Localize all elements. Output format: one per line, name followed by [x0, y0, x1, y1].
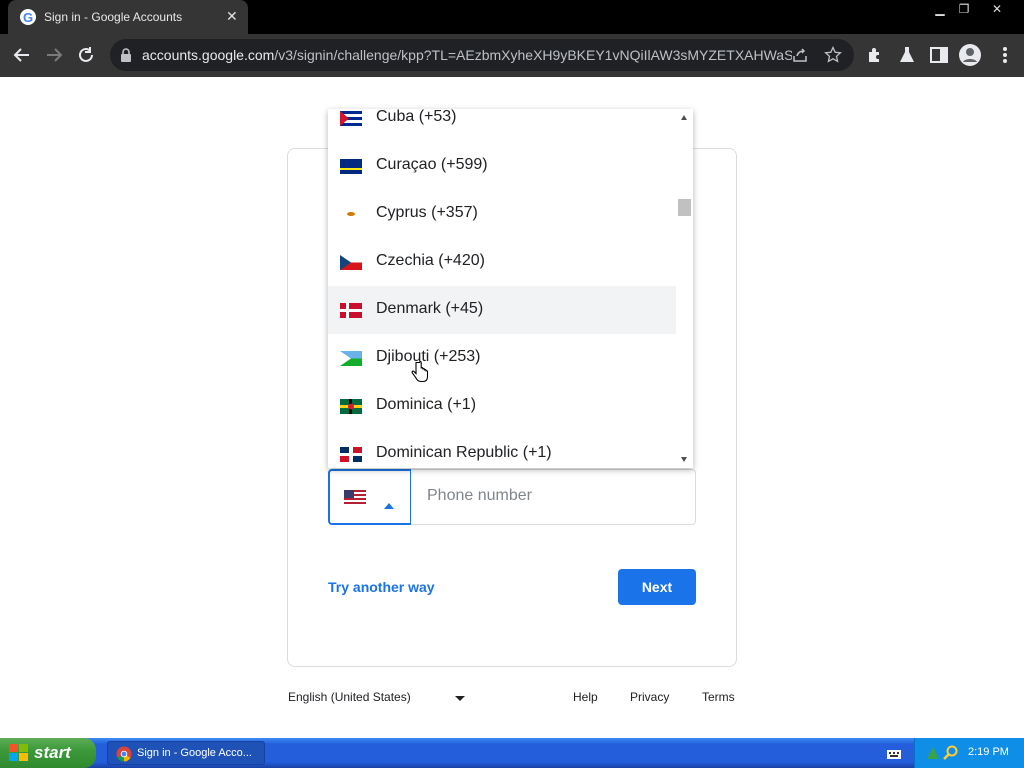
- browser-tab[interactable]: G Sign in - Google Accounts ✕: [8, 0, 248, 34]
- menu-kebab-icon[interactable]: [994, 44, 1016, 66]
- back-icon[interactable]: [11, 44, 33, 66]
- country-option-label: Denmark (+45): [376, 300, 484, 317]
- keyboard-tray-icon[interactable]: [887, 747, 901, 765]
- country-option-curacao[interactable]: Curaçao (+599): [328, 142, 676, 190]
- scroll-up-arrow-icon[interactable]: [681, 115, 687, 120]
- taskbar-clock: 2:19 PM: [968, 746, 1009, 758]
- terms-link[interactable]: Terms: [702, 690, 735, 704]
- dominica-flag-icon: [340, 399, 362, 414]
- tab-close-icon[interactable]: ✕: [226, 8, 238, 24]
- labs-flask-icon[interactable]: [896, 44, 918, 66]
- language-select[interactable]: English (United States): [288, 690, 411, 704]
- start-button[interactable]: start: [0, 738, 96, 768]
- extensions-icon[interactable]: [864, 44, 886, 66]
- country-option-cyprus[interactable]: Cyprus (+357): [328, 190, 676, 238]
- address-bar[interactable]: accounts.google.com/v3/signin/challenge/…: [110, 39, 854, 71]
- try-another-way-link[interactable]: Try another way: [328, 579, 435, 595]
- us-flag-icon: [344, 490, 366, 509]
- restore-button[interactable]: ❐: [953, 1, 975, 17]
- phone-placeholder: Phone number: [427, 487, 532, 504]
- close-window-button[interactable]: ✕: [980, 1, 1014, 17]
- taskbar-item-chrome[interactable]: Sign in - Google Acco...: [107, 741, 265, 765]
- denmark-flag-icon: [340, 303, 362, 318]
- share-icon[interactable]: [792, 47, 808, 68]
- search-tray-icon[interactable]: [943, 745, 959, 766]
- side-panel-icon[interactable]: [928, 44, 950, 66]
- language-caret-icon[interactable]: [455, 696, 465, 701]
- country-option-czechia[interactable]: Czechia (+420): [328, 238, 676, 286]
- next-button[interactable]: Next: [618, 569, 696, 605]
- google-favicon-icon: G: [20, 9, 36, 25]
- country-option-label: Czechia (+420): [376, 252, 485, 269]
- forward-icon[interactable]: [43, 44, 65, 66]
- country-option-denmark[interactable]: Denmark (+45): [328, 286, 676, 334]
- dropdown-scrollbar[interactable]: [676, 109, 693, 468]
- djibouti-flag-icon: [340, 351, 362, 366]
- country-option-djibouti[interactable]: Djibouti (+253): [328, 334, 676, 382]
- windows-logo-icon: [9, 744, 29, 767]
- tab-title: Sign in - Google Accounts: [44, 10, 183, 24]
- url-text: accounts.google.com/v3/signin/challenge/…: [142, 47, 792, 63]
- chrome-app-icon: [116, 746, 132, 767]
- curacao-flag-icon: [340, 159, 362, 174]
- cuba-flag-icon: [340, 111, 362, 126]
- system-tray: 2:19 PM: [914, 738, 1024, 768]
- start-label: start: [34, 743, 71, 762]
- country-option-dominica[interactable]: Dominica (+1): [328, 382, 676, 430]
- cyprus-flag-icon: [340, 207, 362, 222]
- profile-avatar-icon[interactable]: [958, 43, 981, 66]
- country-code-select[interactable]: [328, 469, 412, 525]
- reload-icon[interactable]: [75, 44, 97, 66]
- scrollbar-thumb[interactable]: [678, 199, 691, 216]
- help-link[interactable]: Help: [573, 690, 598, 704]
- caret-up-icon: [384, 496, 394, 514]
- scroll-down-arrow-icon[interactable]: [681, 457, 687, 462]
- taskbar-item-label: Sign in - Google Acco...: [137, 747, 252, 759]
- bookmark-star-icon[interactable]: [824, 45, 842, 69]
- dominican-republic-flag-icon: [340, 447, 362, 462]
- country-dropdown[interactable]: Cuba (+53) Curaçao (+599) Cyprus (+357) …: [328, 109, 693, 468]
- minimize-button[interactable]: ▁: [929, 1, 951, 17]
- country-option-label: Cuba (+53): [376, 109, 457, 125]
- country-option-label: Curaçao (+599): [376, 156, 488, 173]
- windows-taskbar: start Sign in - Google Acco... 2:19 PM: [0, 738, 1024, 768]
- country-option-label: Dominica (+1): [376, 396, 477, 413]
- privacy-link[interactable]: Privacy: [630, 690, 669, 704]
- browser-title-bar: G Sign in - Google Accounts ✕ ▁ ❐ ✕: [0, 0, 1024, 34]
- svg-text:G: G: [23, 10, 33, 25]
- phone-number-input[interactable]: Phone number: [411, 469, 696, 525]
- country-option-cuba[interactable]: Cuba (+53): [328, 109, 676, 142]
- country-option-dominican-republic[interactable]: Dominican Republic (+1): [328, 430, 676, 468]
- hand-cursor-icon: [411, 360, 429, 390]
- browser-toolbar: accounts.google.com/v3/signin/challenge/…: [0, 34, 1024, 77]
- country-option-label: Cyprus (+357): [376, 204, 478, 221]
- country-option-label: Dominican Republic (+1): [376, 444, 552, 461]
- lock-icon[interactable]: [120, 48, 132, 67]
- network-tray-icon[interactable]: [925, 745, 941, 766]
- czechia-flag-icon: [340, 255, 362, 270]
